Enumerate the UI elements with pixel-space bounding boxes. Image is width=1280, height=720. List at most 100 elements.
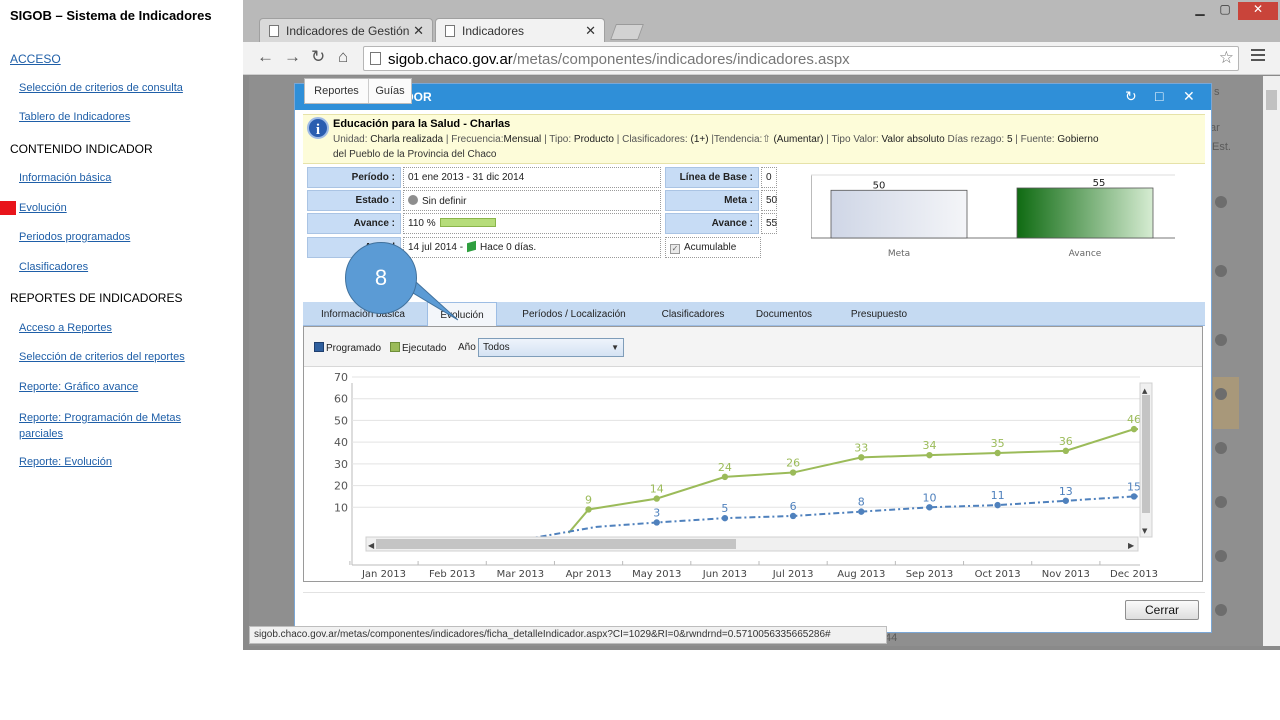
y-tick-label: 30 xyxy=(334,458,348,471)
address-bar[interactable]: sigob.chaco.gov.ar/metas/componentes/ind… xyxy=(363,46,1239,71)
home-icon[interactable]: ⌂ xyxy=(338,47,348,67)
page-scrollbar[interactable] xyxy=(1263,76,1280,646)
sidebar-link-acceso-reportes[interactable]: Acceso a Reportes xyxy=(19,322,112,334)
data-point-ejecutado[interactable] xyxy=(721,473,729,481)
forward-icon[interactable]: → xyxy=(284,47,301,67)
scroll-right-icon[interactable]: ▶ xyxy=(1128,541,1135,550)
browser-tab-indicadores[interactable]: Indicadores ✕ xyxy=(435,18,605,42)
sidebar-link-informacion-basica[interactable]: Información básica xyxy=(19,172,111,184)
sidebar-link-reporte-evolucion[interactable]: Reporte: Evolución xyxy=(19,456,112,468)
sidebar-link-evolucion[interactable]: Evolución xyxy=(19,202,67,214)
meta-avance-chart: 50 Meta 55 Avance xyxy=(811,174,1175,258)
menu-icon[interactable] xyxy=(1251,49,1265,63)
legend-ejecutado[interactable]: Ejecutado xyxy=(390,342,446,354)
sidebar-link-clasificadores[interactable]: Clasificadores xyxy=(19,261,88,273)
sidebar-section-reportes: REPORTES DE INDICADORES xyxy=(10,291,183,305)
data-label-ejecutado: 33 xyxy=(854,441,868,454)
x-tick-label: Oct 2013 xyxy=(975,569,1021,580)
back-icon[interactable]: ← xyxy=(257,47,274,67)
data-label-programado: 6 xyxy=(790,500,797,513)
data-label-programado: 8 xyxy=(858,496,865,509)
meta-label: Meta : xyxy=(665,190,759,211)
scrollbar-thumb[interactable] xyxy=(1266,90,1277,110)
data-label-programado: 3 xyxy=(653,506,660,519)
data-label-programado: 13 xyxy=(1059,485,1073,498)
background-highlight-row xyxy=(1213,377,1239,429)
tab-label: Indicadores xyxy=(462,24,525,38)
sidebar-link-reporte-grafico[interactable]: Reporte: Gráfico avance xyxy=(19,381,138,393)
new-tab-button[interactable] xyxy=(610,24,644,40)
footer-divider xyxy=(303,592,1205,593)
menu-reportes[interactable]: Reportes xyxy=(305,79,369,103)
sidebar-link-tablero[interactable]: Tablero de Indicadores xyxy=(19,111,130,123)
data-point-programado[interactable] xyxy=(721,514,729,522)
status-lamp-icon xyxy=(1215,334,1227,346)
data-point-ejecutado[interactable] xyxy=(1062,447,1070,455)
anio-select[interactable]: Todos ▼ xyxy=(478,338,624,357)
data-point-programado[interactable] xyxy=(858,508,865,515)
sidebar-link-acceso[interactable]: ACCESO xyxy=(10,52,61,66)
indicator-metadata: Unidad: Charla realizada | Frecuencia:Me… xyxy=(333,134,1099,145)
maximize-icon[interactable]: □ xyxy=(1155,88,1163,104)
cerrar-button[interactable]: Cerrar xyxy=(1125,600,1199,620)
window-close-icon[interactable]: ✕ xyxy=(1238,2,1278,20)
x-tick-label: Nov 2013 xyxy=(1042,569,1090,580)
tab-strip: Indicadores de Gestión ✕ Indicadores ✕ ▁… xyxy=(243,0,1280,42)
data-point-programado[interactable] xyxy=(789,512,797,520)
data-point-programado[interactable] xyxy=(653,519,660,526)
browser-tab-indicadores-gestion[interactable]: Indicadores de Gestión ✕ xyxy=(259,18,433,42)
chart-hscroll-thumb[interactable] xyxy=(376,539,736,549)
data-point-ejecutado[interactable] xyxy=(1130,425,1138,433)
sidebar-link-seleccion-reportes[interactable]: Selección de criterios del reportes xyxy=(19,351,185,363)
tab-clasificadores[interactable]: Clasificadores xyxy=(651,302,735,326)
data-label-ejecutado: 35 xyxy=(991,437,1005,450)
data-label-programado: 5 xyxy=(721,502,728,515)
sidebar-link-seleccion-criterios[interactable]: Selección de criterios de consulta xyxy=(19,82,183,94)
data-point-ejecutado[interactable] xyxy=(585,506,592,513)
data-label-programado: 15 xyxy=(1127,480,1141,493)
refresh-icon[interactable]: ↻ xyxy=(1125,88,1137,105)
reload-icon[interactable]: ↻ xyxy=(311,47,325,67)
status-lamp-icon xyxy=(1215,388,1227,400)
data-point-ejecutado[interactable] xyxy=(926,451,933,459)
data-point-programado[interactable] xyxy=(1062,497,1070,504)
sidebar-link-reporte-programacion[interactable]: Reporte: Programación de Metas parciales xyxy=(19,410,219,442)
scroll-down-icon[interactable]: ▼ xyxy=(1142,527,1148,535)
data-point-ejecutado[interactable] xyxy=(858,454,865,461)
tab-presupuesto[interactable]: Presupuesto xyxy=(837,302,921,326)
bookmark-star-icon[interactable]: ☆ xyxy=(1219,48,1234,68)
data-label-programado: 11 xyxy=(991,489,1005,502)
legend-swatch xyxy=(390,342,400,352)
close-tab-icon[interactable]: ✕ xyxy=(585,23,596,39)
close-tab-icon[interactable]: ✕ xyxy=(413,23,424,39)
maximize-icon[interactable]: ▢ xyxy=(1213,2,1237,20)
data-label-ejecutado: 36 xyxy=(1059,435,1073,448)
bar-meta xyxy=(830,189,968,239)
data-point-programado[interactable] xyxy=(1130,493,1138,500)
minimize-icon[interactable]: ▁ xyxy=(1188,2,1212,20)
close-icon[interactable]: ✕ xyxy=(1183,88,1195,105)
legend-programado[interactable]: Programado xyxy=(314,342,381,354)
data-point-programado[interactable] xyxy=(926,504,933,511)
linea-base-label: Línea de Base : xyxy=(665,167,759,188)
data-point-ejecutado[interactable] xyxy=(653,495,660,502)
periodo-label: Período : xyxy=(307,167,401,188)
tab-periodos-localizacion[interactable]: Períodos / Localización xyxy=(511,302,637,326)
data-point-programado[interactable] xyxy=(994,501,1001,509)
progress-bar xyxy=(439,218,496,227)
linea-base-value: 0 xyxy=(761,167,777,188)
chart-vscroll-thumb[interactable] xyxy=(1142,395,1150,513)
data-point-ejecutado[interactable] xyxy=(994,449,1001,457)
menu-guias[interactable]: Guías xyxy=(369,79,411,103)
acumulable-checkbox: ✓ Acumulable xyxy=(665,237,761,258)
data-label-ejecutado: 34 xyxy=(922,439,936,452)
y-tick-label: 50 xyxy=(334,414,348,427)
step-callout: 8 xyxy=(345,242,417,314)
data-point-ejecutado[interactable] xyxy=(789,469,797,476)
x-tick-label: Mar 2013 xyxy=(497,569,545,580)
tab-documentos[interactable]: Documentos xyxy=(749,302,819,326)
status-lamp-icon xyxy=(1215,550,1227,562)
scroll-left-icon[interactable]: ◀ xyxy=(368,541,375,550)
sidebar-link-periodos-programados[interactable]: Periodos programados xyxy=(19,231,130,243)
scroll-up-icon[interactable]: ▲ xyxy=(1142,387,1148,395)
